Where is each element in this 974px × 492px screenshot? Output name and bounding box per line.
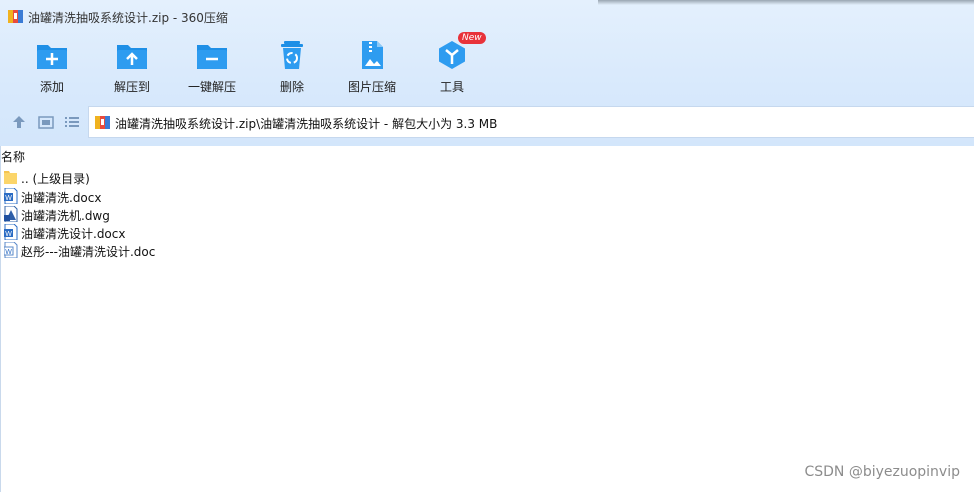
add-button[interactable]: 添加 <box>12 36 92 98</box>
up-level-icon[interactable] <box>11 114 27 130</box>
toolbar: 添加 解压到 一键解压 删除 图片压缩 New 工具 <box>0 32 974 98</box>
window-title: 油罐清洗抽吸系统设计.zip - 360压缩 <box>28 11 228 25</box>
file-name: 油罐清洗设计.docx <box>21 227 126 241</box>
one-click-extract-label: 一键解压 <box>187 80 236 94</box>
image-compress-button[interactable]: 图片压缩 <box>332 36 412 98</box>
column-name[interactable]: 名称 <box>1 148 25 165</box>
svg-text:W: W <box>5 249 12 256</box>
extract-to-label: 解压到 <box>113 80 150 94</box>
address-path: 油罐清洗抽吸系统设计.zip\油罐清洗抽吸系统设计 - 解包大小为 3.3 MB <box>115 117 498 131</box>
archive-icon <box>8 10 23 23</box>
list-view-icon[interactable] <box>64 114 80 130</box>
image-compress-icon <box>362 41 383 69</box>
divider <box>0 146 1 492</box>
svg-text:W: W <box>5 195 12 202</box>
file-name: 油罐清洗机.dwg <box>21 209 110 223</box>
image-compress-label: 图片压缩 <box>347 80 396 94</box>
list-item[interactable]: .. (上级目录) <box>2 168 402 186</box>
word-document-icon: W <box>4 224 18 240</box>
tools-button[interactable]: New 工具 <box>412 32 492 98</box>
list-item[interactable]: 油罐清洗机.dwg <box>2 205 402 223</box>
file-name: 油罐清洗.docx <box>21 191 102 205</box>
tools-icon <box>439 41 465 69</box>
list-item[interactable]: W 油罐清洗.docx <box>2 187 402 205</box>
add-label: 添加 <box>39 80 64 94</box>
navigation-bar: 油罐清洗抽吸系统设计.zip\油罐清洗抽吸系统设计 - 解包大小为 3.3 MB <box>0 106 974 138</box>
list-item[interactable]: W 油罐清洗设计.docx <box>2 223 402 241</box>
cad-drawing-icon <box>4 206 18 222</box>
delete-button[interactable]: 删除 <box>252 36 332 98</box>
svg-text:W: W <box>5 231 12 238</box>
add-folder-icon <box>37 45 67 69</box>
delete-label: 删除 <box>279 80 304 94</box>
folder-icon <box>4 171 17 184</box>
list-item[interactable]: W 赵彤---油罐清洗设计.doc <box>2 241 402 259</box>
new-badge: New <box>458 32 486 44</box>
word-document-icon: W <box>4 188 18 204</box>
watermark: CSDN @biyezuopinvip <box>804 464 960 480</box>
tools-label: 工具 <box>439 80 464 94</box>
extract-to-button[interactable]: 解压到 <box>92 36 172 98</box>
recycle-bin-icon <box>281 41 303 69</box>
file-name: 赵彤---油罐清洗设计.doc <box>21 245 156 259</box>
address-bar[interactable]: 油罐清洗抽吸系统设计.zip\油罐清洗抽吸系统设计 - 解包大小为 3.3 MB <box>88 106 974 138</box>
thumbnail-view-icon[interactable] <box>38 114 54 130</box>
column-header: 名称 <box>0 146 974 164</box>
file-name: .. (上级目录) <box>21 172 90 186</box>
title-bar: 油罐清洗抽吸系统设计.zip - 360压缩 <box>0 0 974 32</box>
word-document-icon: W <box>4 242 18 258</box>
one-click-extract-icon <box>197 45 227 69</box>
extract-to-icon <box>117 45 147 69</box>
archive-icon <box>95 116 110 129</box>
one-click-extract-button[interactable]: 一键解压 <box>172 36 252 98</box>
